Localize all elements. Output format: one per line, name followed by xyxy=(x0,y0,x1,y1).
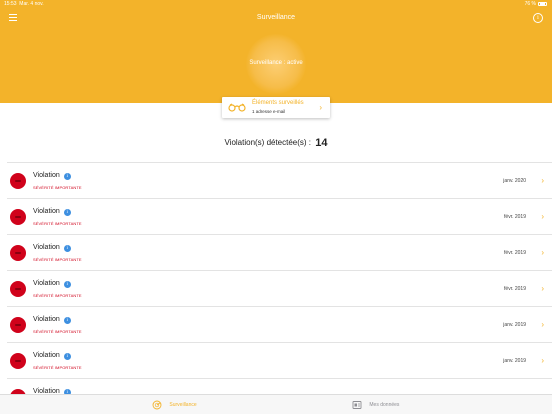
violation-row[interactable]: Violation i SÉVÉRITÉ IMPORTANTE févr. 201… xyxy=(7,234,552,270)
violation-row[interactable]: Violation i SÉVÉRITÉ IMPORTANTE janv. 201… xyxy=(7,306,552,342)
violations-list: Violation i SÉVÉRITÉ IMPORTANTE janv. 202… xyxy=(7,162,552,414)
info-badge-icon[interactable]: i xyxy=(63,281,71,288)
violation-title: Violation xyxy=(33,316,60,323)
violation-date: févr. 2019 xyxy=(504,214,526,220)
violation-row[interactable]: Violation i SÉVÉRITÉ IMPORTANTE janv. 202… xyxy=(7,162,552,198)
chevron-right-icon: › xyxy=(541,248,544,257)
info-badge-icon[interactable]: i xyxy=(63,245,71,252)
tab-my-data-label: Mes données xyxy=(369,402,400,408)
severity-label: SÉVÉRITÉ IMPORTANTE xyxy=(33,293,82,298)
severity-dot-icon xyxy=(10,317,26,333)
severity-dot-icon xyxy=(10,173,26,189)
info-badge-icon[interactable]: i xyxy=(63,353,71,360)
tab-surveillance[interactable]: Surveillance xyxy=(152,400,197,410)
surveillance-status-text: Surveillance : active xyxy=(249,60,303,66)
radar-icon xyxy=(152,400,162,410)
violation-title-line: Violation i xyxy=(33,172,71,180)
tab-bar: Surveillance Mes données xyxy=(0,394,552,414)
data-card-icon xyxy=(352,401,362,409)
violation-row[interactable]: Violation i SÉVÉRITÉ IMPORTANTE févr. 201… xyxy=(7,270,552,306)
severity-dot-icon xyxy=(10,353,26,369)
chevron-right-icon: › xyxy=(541,284,544,293)
violation-title-line: Violation i xyxy=(33,244,71,252)
violation-title: Violation xyxy=(33,280,60,287)
status-time: 15:53 Mar. 4 nov. xyxy=(4,1,44,7)
violation-title-line: Violation i xyxy=(33,280,71,288)
status-bar: 15:53 Mar. 4 nov. 76 % xyxy=(0,0,552,9)
chevron-right-icon: › xyxy=(541,176,544,185)
violation-date: févr. 2019 xyxy=(504,286,526,292)
violation-row[interactable]: Violation i SÉVÉRITÉ IMPORTANTE janv. 201… xyxy=(7,342,552,378)
severity-label: SÉVÉRITÉ IMPORTANTE xyxy=(33,257,82,262)
chevron-right-icon: › xyxy=(541,212,544,221)
violations-count-number: 14 xyxy=(315,137,328,149)
monitored-title: Éléments surveillés xyxy=(252,100,304,106)
info-badge-icon[interactable]: i xyxy=(63,209,71,216)
chevron-right-icon: › xyxy=(541,356,544,365)
violation-date: janv. 2020 xyxy=(503,178,526,184)
tab-my-data[interactable]: Mes données xyxy=(352,400,399,410)
severity-dot-icon xyxy=(10,209,26,225)
violation-title-line: Violation i xyxy=(33,208,71,216)
severity-dot-icon xyxy=(10,245,26,261)
violation-title: Violation xyxy=(33,208,60,215)
chevron-right-icon: › xyxy=(319,103,322,112)
severity-label: SÉVÉRITÉ IMPORTANTE xyxy=(33,365,82,370)
violation-row[interactable]: Violation i SÉVÉRITÉ IMPORTANTE févr. 201… xyxy=(7,198,552,234)
severity-label: SÉVÉRITÉ IMPORTANTE xyxy=(33,329,82,334)
info-badge-icon[interactable]: i xyxy=(63,317,71,324)
violation-date: janv. 2019 xyxy=(503,358,526,364)
status-battery: 76 % xyxy=(525,1,547,7)
violation-date: janv. 2019 xyxy=(503,322,526,328)
monitored-subtitle: 1 adresse e-mail xyxy=(252,109,286,114)
violation-title-line: Violation i xyxy=(33,352,71,360)
monitored-elements-card[interactable]: Éléments surveillés 1 adresse e-mail › xyxy=(222,97,330,118)
info-badge-icon[interactable]: i xyxy=(63,173,71,180)
binoculars-icon xyxy=(228,103,246,112)
severity-label: SÉVÉRITÉ IMPORTANTE xyxy=(33,185,82,190)
violation-title: Violation xyxy=(33,172,60,179)
severity-label: SÉVÉRITÉ IMPORTANTE xyxy=(33,221,82,226)
battery-icon xyxy=(538,1,547,6)
violation-title: Violation xyxy=(33,352,60,359)
chevron-right-icon: › xyxy=(541,320,544,329)
severity-dot-icon xyxy=(10,281,26,297)
violation-date: févr. 2019 xyxy=(504,250,526,256)
violation-title-line: Violation i xyxy=(33,316,71,324)
header: 15:53 Mar. 4 nov. 76 % Surveillance i Su… xyxy=(0,0,552,103)
violations-count: Violation(s) détectée(s) : 14 xyxy=(0,137,552,149)
page-title: Surveillance xyxy=(256,14,296,21)
violations-count-label: Violation(s) détectée(s) : xyxy=(224,138,312,147)
violation-title: Violation xyxy=(33,244,60,251)
info-icon[interactable]: i xyxy=(533,13,543,23)
tab-surveillance-label: Surveillance xyxy=(169,402,197,408)
